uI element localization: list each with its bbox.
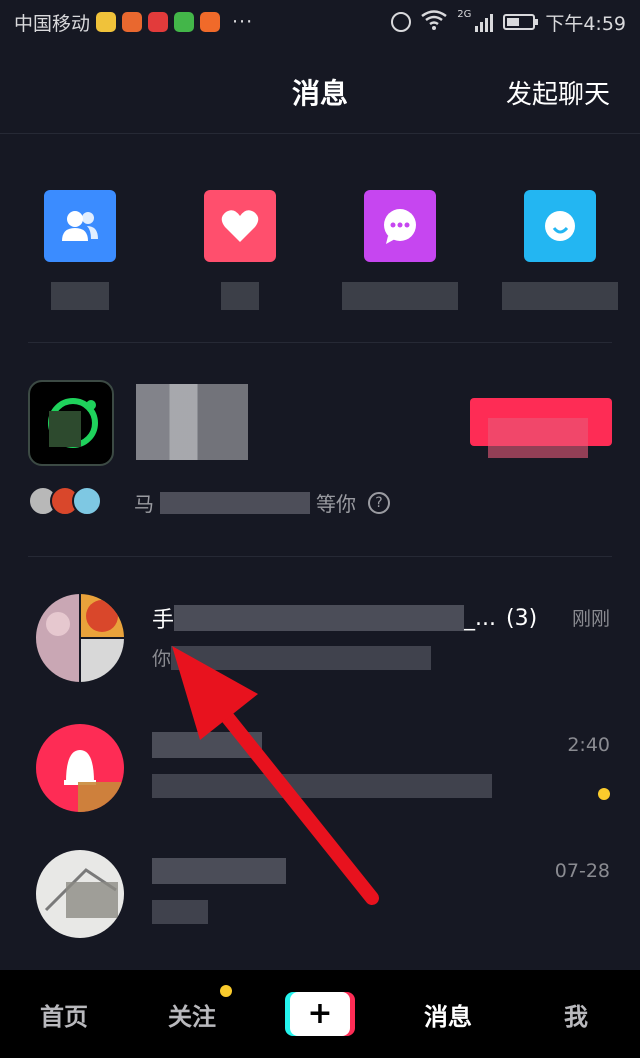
mention-icon [364,190,436,262]
nav-follow-label: 关注 [168,1002,216,1031]
quick-action-label [502,282,618,310]
quick-action-fans[interactable] [0,190,160,310]
chat-time: 2:40 [567,734,610,756]
nav-add[interactable]: + [256,992,384,1036]
chat-title-blur [152,858,286,884]
chat-title: 手 _... (3) [152,602,537,634]
promo-name-blurred [136,384,248,460]
chat-title-blur [152,732,262,758]
battery-icon [503,14,539,30]
quick-action-comments[interactable] [480,190,640,310]
chat-time: 07-28 [554,860,610,882]
chat-preview [152,900,208,924]
quick-action-mentions[interactable] [320,190,480,310]
nav-home[interactable]: 首页 [0,997,128,1032]
promo-text-blur [160,491,310,514]
chat-preview [152,774,492,798]
carrier-name: 中国移动 [14,12,91,35]
chat-preview-blur [152,774,492,798]
weibo-app-icon [96,12,117,32]
avatar [36,850,124,938]
squirrel-app-icon [122,12,143,32]
promo-text-prefix: 马 [134,492,154,516]
avatar [72,486,102,516]
fans-icon [44,190,116,262]
chat-title [152,858,286,884]
chat-preview-blur [171,645,432,670]
chat-title-blur [174,605,465,631]
unread-dot [598,788,610,800]
live-app-icon [28,380,114,466]
bottom-nav: 首页 关注 + 消息 我 [0,970,640,1058]
comment-icon [524,190,596,262]
chat-time: 刚刚 [571,608,610,630]
promo-text-suffix: 等你 [316,492,356,516]
chat-item[interactable]: 手 _... (3) 刚刚 你 [0,594,640,714]
start-chat-button[interactable]: 发起聊天 [506,74,610,111]
quick-action-likes[interactable] [160,190,320,310]
header: 消息 发起聊天 [0,44,640,134]
promo-action-blur [488,418,588,458]
quick-action-label [221,282,259,310]
promo-text: 马 等你 ? [134,488,390,517]
signal-icon [475,12,494,32]
chat-title-prefix: 手 [152,608,175,633]
network-type: 2G [457,8,472,20]
follow-badge-dot [220,984,232,997]
music-app-icon [148,12,169,32]
help-icon[interactable]: ? [368,491,390,514]
chat-preview-prefix: 你 [152,648,172,670]
more-notifications-icon: ··· [232,11,254,33]
nav-me[interactable]: 我 [512,997,640,1032]
heart-icon [204,190,276,262]
chat-preview: 你 [152,644,432,671]
nav-messages[interactable]: 消息 [384,997,512,1032]
chat-preview-blur [152,900,208,924]
status-time: 下午4:59 [545,12,626,35]
chat-title [152,732,262,758]
quick-action-label [51,282,109,310]
divider [28,556,612,557]
plus-icon: + [290,992,350,1036]
video-app-icon [174,12,195,32]
alarm-icon [391,12,412,32]
quick-actions [0,190,640,310]
live-promo[interactable]: 马 等你 ? [0,378,640,538]
wifi-icon [421,9,447,35]
group-avatar [36,594,124,682]
add-video-button[interactable]: + [285,992,355,1036]
status-bar: 中国移动 ··· 2G 下午4:59 [0,0,640,44]
quick-action-label [342,282,458,310]
nav-follow[interactable]: 关注 [128,984,256,1032]
chat-item[interactable]: 2:40 [0,724,640,844]
chat-item[interactable]: 07-28 [0,850,640,970]
divider [28,342,612,343]
avatar [36,724,124,812]
promo-avatars [28,486,102,516]
chat-title-suffix: _... [464,605,496,631]
message-count: (3) [506,605,538,631]
play-app-icon [200,12,221,32]
